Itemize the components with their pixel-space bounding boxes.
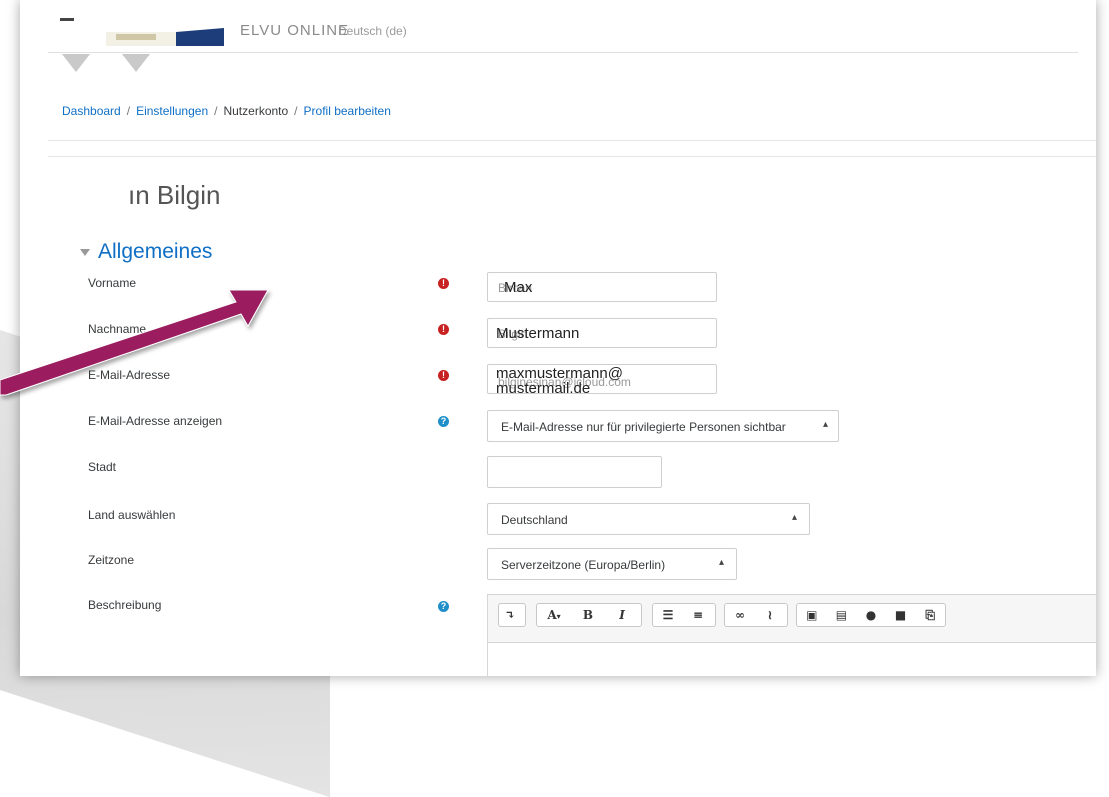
help-icon[interactable]: ? xyxy=(438,601,449,612)
italic-icon[interactable]: I xyxy=(605,608,639,622)
page-title: ın Bilgin xyxy=(128,180,221,210)
toolbar-group: ↴ xyxy=(498,603,526,627)
video-camera-icon[interactable]: ■ xyxy=(886,608,916,622)
menu-icon[interactable] xyxy=(60,12,78,30)
zeitzone-select[interactable]: Serverzeitzone (Europa/Berlin) ▴ xyxy=(487,548,737,580)
vorname-input[interactable]: Bircan Max xyxy=(487,272,717,302)
bold-icon[interactable]: B xyxy=(571,608,605,622)
beschreibung-label: Beschreibung xyxy=(88,598,162,612)
image-icon[interactable]: ▣ xyxy=(797,608,827,622)
required-icon: ! xyxy=(438,278,449,289)
email-display-select[interactable]: E-Mail-Adresse nur für privilegierte Per… xyxy=(487,410,839,442)
nachname-input[interactable]: Bilgin Mustermann xyxy=(487,318,717,348)
nachname-label: Nachname xyxy=(88,322,147,336)
dropdown-pointer xyxy=(62,54,90,72)
stadt-input[interactable] xyxy=(487,456,662,488)
toolbar-group: A▾ B I xyxy=(536,603,642,627)
dropdown-pointer xyxy=(122,54,150,72)
unlink-icon[interactable]: ≀ xyxy=(755,608,785,622)
site-logo[interactable] xyxy=(106,20,224,46)
stadt-label: Stadt xyxy=(88,460,117,474)
nachname-new-value: Mustermann xyxy=(496,325,580,342)
overlay-mask xyxy=(20,166,130,208)
breadcrumb-nutzerkonto: Nutzerkonto xyxy=(223,104,289,118)
breadcrumb: Dashboard / Einstellungen / Nutzerkonto / Prof… xyxy=(62,104,391,118)
zeitzone-label: Zeitzone xyxy=(88,553,135,567)
media-icon[interactable]: ▤ xyxy=(827,608,857,622)
required-icon: ! xyxy=(438,370,449,381)
land-label: Land auswählen xyxy=(88,508,176,522)
vorname-new-value: Max xyxy=(504,279,533,296)
collapse-toolbar-icon[interactable]: ↴ xyxy=(499,608,521,622)
link-icon[interactable]: ∞ xyxy=(725,608,755,622)
profile-edit-window: ELVU ONLINE Deutsch (de) Dashboard / Einst… xyxy=(20,0,1096,676)
description-editor[interactable] xyxy=(487,642,1096,676)
breadcrumb-dashboard[interactable]: Dashboard xyxy=(62,104,121,118)
select-caret-icon: ▴ xyxy=(718,557,724,568)
manage-files-icon[interactable]: ⎘ xyxy=(915,608,945,623)
toolbar-group: ∞ ≀ xyxy=(724,603,788,627)
select-caret-icon: ▴ xyxy=(791,512,797,523)
vorname-label: Vorname xyxy=(88,276,137,290)
breadcrumb-profil-bearbeiten[interactable]: Profil bearbeiten xyxy=(304,104,391,118)
select-caret-icon: ▴ xyxy=(822,419,828,430)
top-navbar: ELVU ONLINE Deutsch (de) xyxy=(48,0,1078,53)
site-name: ELVU ONLINE xyxy=(240,22,350,39)
email-display-label: E-Mail-Adresse anzeigen xyxy=(88,414,223,428)
required-icon: ! xyxy=(438,324,449,335)
divider xyxy=(48,156,1096,157)
collapse-caret-icon[interactable] xyxy=(80,248,90,256)
help-icon[interactable]: ? xyxy=(438,416,449,427)
divider xyxy=(48,140,1096,141)
unordered-list-icon[interactable]: ☰ xyxy=(653,608,683,622)
email-input[interactable]: bilginesinan@icloud.com maxmustermann@ m… xyxy=(487,364,717,397)
email-label: E-Mail-Adresse xyxy=(88,368,171,382)
font-style-icon[interactable]: A▾ xyxy=(537,608,571,622)
microphone-icon[interactable]: ● xyxy=(856,608,886,622)
language-menu[interactable]: Deutsch (de) xyxy=(338,24,407,38)
ordered-list-icon[interactable]: ≡ xyxy=(683,608,713,622)
email-new-value: maxmustermann@ mustermail.de xyxy=(496,365,623,397)
land-select[interactable]: Deutschland ▴ xyxy=(487,503,810,535)
toolbar-group: ☰ ≡ xyxy=(652,603,716,627)
section-allgemeines[interactable]: Allgemeines xyxy=(80,240,212,264)
breadcrumb-einstellungen[interactable]: Einstellungen xyxy=(136,104,208,118)
section-title[interactable]: Allgemeines xyxy=(98,240,212,263)
toolbar-group: ▣ ▤ ● ■ ⎘ xyxy=(796,603,946,627)
